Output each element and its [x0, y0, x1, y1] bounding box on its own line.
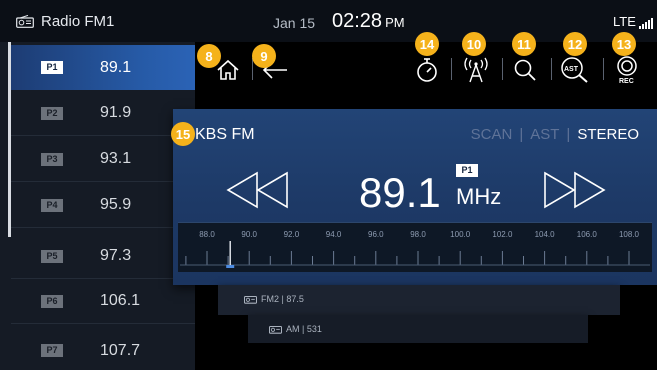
dial-label: 104.0 — [535, 230, 556, 239]
callout-badge-14: 14 — [415, 32, 439, 56]
tuner-modes: SCAN | AST | STEREO — [471, 126, 639, 143]
preset-frequency: 95.9 — [100, 196, 132, 213]
record-icon — [617, 56, 637, 76]
time-value: 02:28 — [332, 10, 383, 32]
app-title: Radio FM1 — [41, 13, 115, 30]
timer-button[interactable] — [414, 57, 440, 83]
dial-label: 90.0 — [241, 230, 257, 239]
ast-icon-label: AST — [564, 66, 578, 73]
preset-tag: P3 — [41, 152, 63, 166]
frequency-unit: MHz — [456, 184, 502, 209]
toolbar-divider — [451, 58, 452, 80]
dial-label: 106.0 — [577, 230, 598, 239]
callout-badge-10: 10 — [462, 32, 486, 56]
preset-tag: P5 — [41, 249, 63, 263]
preset-frequency: 97.3 — [100, 247, 132, 264]
preset-item-p1[interactable]: P1 89.1 — [11, 45, 195, 90]
preset-item-p6[interactable]: P6 106.1 — [11, 279, 195, 324]
source-card-fm2[interactable]: FM2 | 87.5 — [218, 285, 620, 315]
preset-tag: P4 — [41, 198, 63, 212]
preset-frequency: 89.1 — [100, 58, 132, 76]
callout-badge-11: 11 — [512, 32, 536, 56]
preset-frequency: 107.7 — [100, 341, 141, 359]
callout-badge-8: 8 — [197, 44, 221, 68]
preset-tag: P1 — [41, 61, 63, 74]
antenna-button[interactable] — [462, 57, 490, 83]
preset-frequency: 106.1 — [100, 292, 141, 309]
dial-label: 100.0 — [450, 230, 471, 239]
seek-forward-icon — [544, 171, 606, 209]
toolbar-divider — [551, 58, 552, 80]
preset-item-p3[interactable]: P3 93.1 — [11, 137, 195, 182]
source-card-am[interactable]: AM | 531 — [248, 315, 588, 343]
tuner-panel: KBS FM SCAN | AST | STEREO P1 89.1 MHz 8… — [173, 109, 657, 285]
source-name: AM | 531 — [286, 324, 322, 334]
source-label: FM2 | 87.5 — [244, 294, 304, 304]
network-label: LTE — [613, 14, 636, 29]
source-label: AM | 531 — [269, 324, 322, 334]
signal-bars-icon — [638, 18, 653, 29]
radio-icon — [16, 15, 34, 28]
preset-tag: P6 — [41, 294, 63, 308]
preset-frequency: 91.9 — [100, 104, 132, 121]
ast-button[interactable]: AST — [560, 57, 590, 83]
current-preset-tag: P1 — [456, 164, 478, 177]
source-name: FM2 | 87.5 — [261, 294, 304, 304]
tuning-dial[interactable]: 88.0 90.0 92.0 94.0 96.0 98.0 100.0 102.0 104.0 1… — [178, 222, 652, 272]
current-frequency: 89.1 — [359, 169, 441, 216]
mode-scan[interactable]: SCAN — [471, 126, 513, 143]
callout-badge-13: 13 — [612, 32, 636, 56]
dial-label: 102.0 — [492, 230, 513, 239]
preset-item-p5[interactable]: P5 97.3 — [11, 234, 195, 279]
dial-label: 88.0 — [199, 230, 215, 239]
mode-divider: | — [566, 126, 571, 143]
preset-item-p7[interactable]: P7 107.7 — [11, 328, 195, 370]
preset-list: P1 89.1 P2 91.9 P3 93.1 P4 95.9 P5 97.3 … — [0, 42, 195, 370]
timer-icon — [417, 58, 437, 82]
dial-label: 96.0 — [368, 230, 384, 239]
radio-icon — [269, 325, 282, 334]
status-bar: Radio FM1 Jan 15 02:28 PM LTE — [0, 0, 657, 42]
preset-item-p4[interactable]: P4 95.9 — [11, 183, 195, 228]
radio-icon — [244, 295, 257, 304]
dial-scale: 88.0 90.0 92.0 94.0 96.0 98.0 100.0 102.0 104.0 1… — [180, 230, 650, 268]
dial-label: 98.0 — [410, 230, 426, 239]
antenna-icon — [464, 57, 488, 83]
seek-back-icon — [226, 171, 288, 209]
callout-badge-15: 15 — [171, 122, 195, 146]
home-icon — [217, 59, 239, 80]
seek-forward-button[interactable] — [541, 170, 607, 215]
status-date: Jan 15 — [273, 15, 316, 31]
toolbar-divider — [502, 58, 503, 80]
dial-needle-glow — [226, 265, 235, 268]
preset-frequency: 93.1 — [100, 150, 132, 167]
preset-tag: P7 — [41, 344, 63, 357]
preset-tag: P2 — [41, 106, 63, 120]
app-title-group: Radio FM1 — [16, 13, 114, 30]
time-ampm: PM — [385, 15, 405, 30]
record-label: REC — [619, 78, 634, 85]
callout-badge-12: 12 — [563, 32, 587, 56]
dial-label: 92.0 — [284, 230, 300, 239]
mode-ast[interactable]: AST — [530, 126, 559, 143]
seek-back-button[interactable] — [225, 170, 291, 215]
dial-label: 94.0 — [326, 230, 342, 239]
mode-divider: | — [519, 126, 524, 143]
mode-stereo[interactable]: STEREO — [577, 126, 639, 143]
preset-item-p2[interactable]: P2 91.9 — [11, 91, 195, 136]
dial-label: 108.0 — [619, 230, 640, 239]
network-status: LTE — [613, 14, 653, 29]
status-time: 02:28 PM — [332, 10, 405, 33]
station-name: KBS FM — [195, 126, 255, 143]
callout-badge-9: 9 — [252, 44, 276, 68]
search-icon — [514, 59, 536, 81]
toolbar-divider — [603, 58, 604, 80]
search-button[interactable] — [512, 57, 538, 83]
record-button[interactable]: REC — [613, 55, 641, 87]
